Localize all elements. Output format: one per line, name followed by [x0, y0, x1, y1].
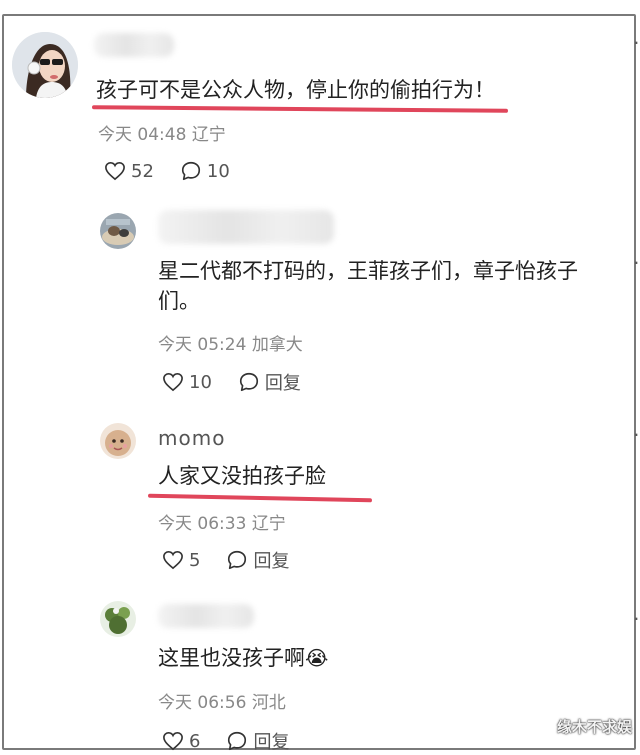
comment-location: 河北	[251, 693, 286, 713]
comment-text-body: 这里也没孩子啊	[158, 646, 305, 670]
comment-actions: 6 回复	[162, 728, 315, 754]
comment-time: 今天 06:56	[158, 693, 247, 713]
comment-text: 这里也没孩子啊😭	[158, 640, 328, 676]
heart-icon	[163, 731, 183, 751]
comment-bubble-icon	[228, 731, 247, 751]
comment-4: 这里也没孩子啊😭 今天 06:56 河北 6 回复	[0, 0, 640, 755]
like-button[interactable]: 6	[162, 731, 200, 752]
watermark: 缘木不求娱	[556, 718, 632, 736]
avatar[interactable]	[100, 601, 136, 637]
like-count: 6	[189, 730, 201, 752]
crying-emoji: 😭	[305, 646, 329, 670]
username-blurred[interactable]	[158, 604, 254, 628]
comment-meta: 今天 06:56 河北	[158, 688, 286, 713]
reply-label: 回复	[253, 732, 290, 753]
reply-button[interactable]: 回复	[226, 728, 289, 754]
